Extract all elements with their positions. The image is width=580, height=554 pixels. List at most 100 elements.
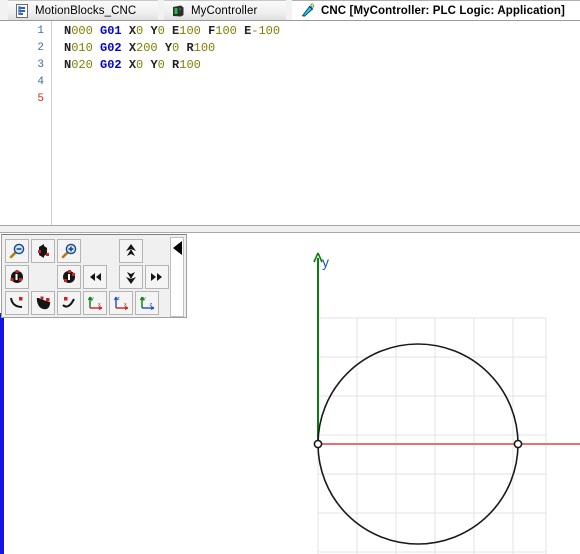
code-line[interactable]: N000 G01 X0 Y0 E100 F100 E-100 [64, 24, 280, 38]
code-line[interactable]: N020 G02 X0 Y0 R100 [64, 58, 201, 72]
line-number: 1 [37, 25, 44, 37]
gcode-editor[interactable]: 1 2 3 4 5 N000 G01 X0 Y0 E100 F100 E-100… [0, 21, 580, 225]
graphic-toolbar-panel[interactable]: y x z x y z [1, 234, 187, 318]
code-token: Y [150, 24, 158, 38]
endpoint-x200 [513, 439, 523, 449]
rotate-ccw-icon [10, 270, 23, 283]
view-xz-button[interactable]: z x [109, 291, 133, 315]
step-back-button[interactable] [83, 265, 107, 289]
rotate-left-button[interactable] [5, 265, 29, 289]
curve-end-button[interactable] [57, 291, 81, 315]
code-token: 100 [215, 24, 237, 38]
magnifier-plus-icon [61, 243, 77, 259]
selection-marker-strip [0, 313, 4, 554]
code-token: 0 [157, 58, 165, 72]
code-token: Y [164, 41, 173, 55]
code-token: G02 [100, 41, 122, 55]
tab-mycontroller[interactable]: MyController [164, 0, 286, 20]
code-token: G02 [100, 58, 122, 72]
move-down-button[interactable] [119, 265, 143, 289]
path-markers [313, 439, 523, 449]
curve-mid-icon [36, 296, 51, 310]
rotate-cw-icon [63, 270, 75, 283]
step-forward-button[interactable] [145, 265, 169, 289]
cnc-graphic-pane[interactable]: y y x z x y z [0, 233, 580, 554]
code-token: G01 [100, 24, 122, 38]
y-axis-arrowhead [313, 252, 323, 263]
line-number-gutter: 1 2 3 4 5 [0, 21, 44, 225]
toolpath-circle [317, 343, 519, 545]
plc-device-icon [170, 3, 186, 19]
horizontal-splitter[interactable] [0, 225, 580, 233]
tab-label: MotionBlocks_CNC [35, 4, 137, 17]
line-number: 2 [37, 42, 44, 54]
zoom-fit-button[interactable] [31, 239, 55, 263]
tab-cnc-application[interactable]: G CNC [MyController: PLC Logic: Applicat… [292, 0, 580, 20]
code-token: 100 [179, 58, 201, 72]
tab-label: CNC [MyController: PLC Logic: Applicatio… [321, 4, 565, 17]
magnifier-minus-icon [9, 243, 25, 259]
arrow-up-icon [126, 244, 136, 256]
code-token: 100 [179, 24, 201, 38]
cnc-g-code-icon: G [300, 3, 316, 19]
curve-mid-button[interactable] [31, 291, 55, 315]
rewind-icon [90, 273, 101, 281]
axis-yz-icon: y z [139, 296, 155, 310]
view-yz-button[interactable]: y z [135, 291, 159, 315]
curve-end-icon [62, 297, 75, 308]
svg-text:y: y [91, 296, 94, 302]
origin-point [313, 439, 323, 449]
axis-xy-icon: y x [87, 296, 103, 310]
curve-start-button[interactable] [5, 291, 29, 315]
code-token: Y [150, 58, 158, 72]
code-token: X [128, 41, 137, 55]
fast-forward-icon [151, 273, 162, 281]
svg-text:z: z [117, 296, 120, 302]
collapse-toolbar-button[interactable] [170, 237, 184, 317]
rotate-right-button[interactable] [57, 265, 81, 289]
tab-label: MyController [191, 4, 258, 17]
triangle-left-icon [173, 241, 182, 255]
svg-text:x: x [98, 302, 101, 308]
svg-text:z: z [150, 302, 153, 308]
line-number: 3 [37, 59, 44, 71]
svg-text:x: x [124, 302, 127, 308]
code-token: 200 [136, 41, 158, 55]
y-axis-label: y [322, 254, 329, 270]
tab-motionblocks-cnc[interactable]: MotionBlocks_CNC [8, 0, 158, 20]
curve-start-icon [10, 297, 23, 308]
code-token: R [186, 41, 194, 55]
svg-text:y: y [143, 296, 146, 302]
editor-tab-bar: MotionBlocks_CNC MyController G CNC [MyC… [0, 0, 580, 21]
code-token: X [128, 24, 137, 38]
code-token: 010 [71, 41, 93, 55]
code-token: X [128, 58, 137, 72]
code-token: -100 [251, 24, 281, 38]
line-number: 4 [37, 76, 44, 88]
code-lines[interactable]: N000 G01 X0 Y0 E100 F100 E-100 N010 G02 … [56, 21, 580, 225]
code-line[interactable]: N010 G02 X200 Y0 R100 [64, 41, 215, 55]
code-token: 020 [71, 58, 93, 72]
code-token: 0 [157, 24, 165, 38]
zoom-out-button[interactable] [5, 239, 29, 263]
view-xy-button[interactable]: y x [83, 291, 107, 315]
grid-lines [317, 317, 547, 554]
arrow-down-icon [126, 272, 136, 284]
svg-text:G: G [310, 3, 314, 9]
gutter-separator [51, 21, 52, 225]
zoom-in-button[interactable] [57, 239, 81, 263]
move-up-button[interactable] [119, 239, 143, 263]
fit-to-window-icon [38, 244, 49, 258]
line-number-current: 5 [37, 93, 44, 105]
